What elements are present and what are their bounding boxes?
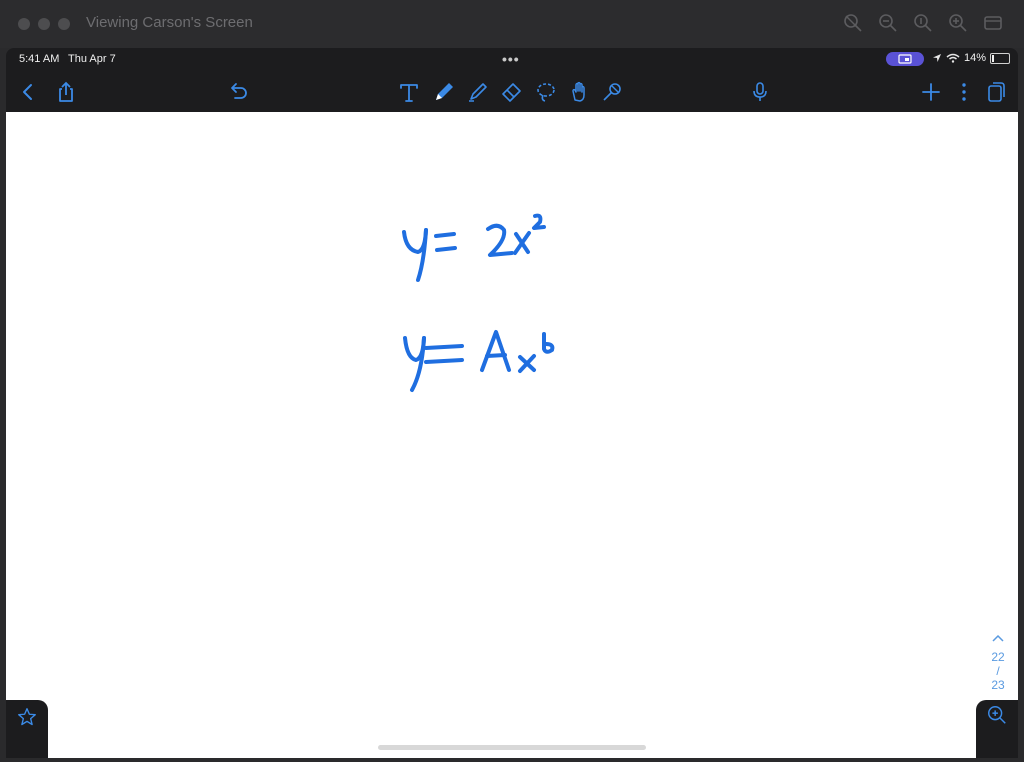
- shapes-tool-icon[interactable]: [600, 80, 624, 104]
- screen-share-icon: [898, 54, 912, 64]
- zoom-window-button[interactable]: [58, 18, 70, 30]
- window-title: Viewing Carson's Screen: [86, 14, 253, 31]
- eraser-tool-icon[interactable]: [500, 80, 524, 104]
- battery-percentage: 14%: [964, 52, 987, 64]
- current-page-number: 22: [991, 650, 1005, 664]
- more-icon[interactable]: [952, 80, 976, 104]
- microphone-icon[interactable]: [748, 80, 772, 104]
- share-icon[interactable]: [54, 80, 78, 104]
- mac-title-bar: Viewing Carson's Screen: [0, 0, 1024, 48]
- page-up-icon[interactable]: [984, 632, 1012, 650]
- add-icon[interactable]: [919, 80, 943, 104]
- battery-icon: [990, 52, 1011, 64]
- text-tool-icon[interactable]: [397, 80, 421, 104]
- pen-tool-icon[interactable]: [432, 80, 456, 104]
- star-icon[interactable]: [16, 706, 38, 733]
- back-icon[interactable]: [16, 80, 40, 104]
- highlighter-tool-icon[interactable]: [466, 80, 490, 104]
- notes-toolbar: [6, 70, 1018, 112]
- hand-tool-icon[interactable]: [568, 80, 592, 104]
- ipad-screen: 5:41 AM Thu Apr 7 ••• 14% 22 / 23: [6, 48, 1018, 758]
- window-mode-icon[interactable]: [982, 12, 1004, 34]
- location-icon: [933, 54, 941, 62]
- note-canvas[interactable]: 22 / 23: [6, 112, 1018, 758]
- page-separator: /: [996, 664, 1000, 678]
- equation-y-equals-ax-b: [403, 330, 555, 392]
- zoom-corner: [976, 700, 1018, 758]
- status-indicators: 14%: [932, 52, 1011, 64]
- close-window-button[interactable]: [18, 18, 30, 30]
- minimize-window-button[interactable]: [38, 18, 50, 30]
- zoom-in-icon[interactable]: [947, 12, 969, 34]
- lasso-tool-icon[interactable]: [534, 80, 558, 104]
- pages-icon[interactable]: [984, 80, 1008, 104]
- wifi-icon: [946, 53, 960, 63]
- zoom-actual-icon[interactable]: [912, 12, 934, 34]
- favorites-corner: [6, 700, 48, 758]
- undo-icon[interactable]: [226, 80, 250, 104]
- equation-y-equals-2x-squared: [402, 213, 546, 282]
- status-date: Thu Apr 7: [68, 53, 116, 65]
- screen-share-tools: [842, 12, 1004, 34]
- status-bar: 5:41 AM Thu Apr 7 ••• 14%: [6, 48, 1018, 70]
- zoom-in-icon[interactable]: [986, 704, 1008, 731]
- zoom-out-icon[interactable]: [877, 12, 899, 34]
- multitasking-dots-icon[interactable]: •••: [502, 51, 520, 67]
- screen-mirroring-pill[interactable]: [886, 52, 924, 66]
- total-page-count: 23: [991, 678, 1005, 692]
- status-time: 5:41 AM: [19, 53, 60, 65]
- zoom-disabled-icon[interactable]: [842, 12, 864, 34]
- home-indicator[interactable]: [378, 745, 646, 750]
